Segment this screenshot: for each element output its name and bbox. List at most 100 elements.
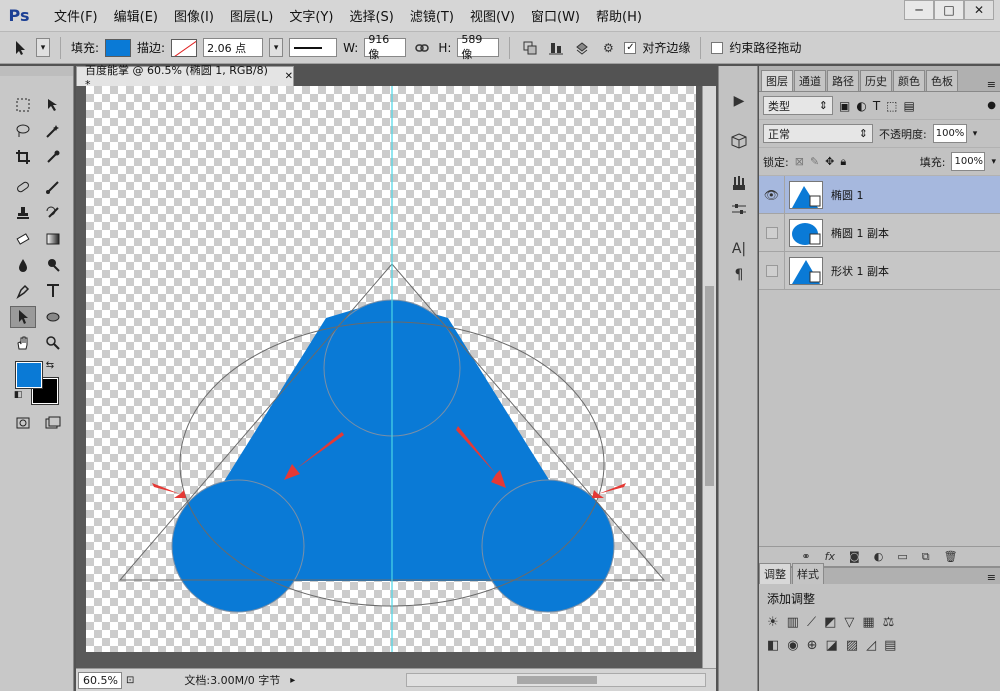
menu-image[interactable]: 图像(I) xyxy=(166,6,222,25)
path-selection-tool-icon[interactable] xyxy=(10,306,36,328)
menu-type[interactable]: 文字(Y) xyxy=(281,6,341,25)
maximize-button[interactable]: □ xyxy=(934,0,964,20)
gradient-tool-icon[interactable] xyxy=(40,228,66,250)
status-menu-arrow-icon[interactable]: ▸ xyxy=(290,675,295,686)
levels-icon[interactable]: ▥ xyxy=(787,615,799,630)
new-layer-icon[interactable]: ⧉ xyxy=(922,550,930,564)
constrain-path-checkbox[interactable] xyxy=(711,41,724,54)
character-panel-icon[interactable]: A| xyxy=(727,238,751,260)
tab-paths[interactable]: 路径 xyxy=(827,70,859,91)
hand-tool-icon[interactable] xyxy=(10,332,36,354)
menu-select[interactable]: 选择(S) xyxy=(341,6,401,25)
history-brush-tool-icon[interactable] xyxy=(40,202,66,224)
delete-layer-icon[interactable]: 🗑︎ xyxy=(944,550,958,563)
path-arrangement-icon[interactable] xyxy=(572,38,592,58)
eyedropper-tool-icon[interactable] xyxy=(40,146,66,168)
menu-edit[interactable]: 编辑(E) xyxy=(106,6,166,25)
pen-tool-icon[interactable] xyxy=(10,280,36,302)
filter-pixel-icon[interactable]: ▣ xyxy=(839,99,850,113)
stroke-width-dropdown[interactable]: ▾ xyxy=(269,38,284,57)
threshold-icon[interactable]: ◿ xyxy=(866,638,876,653)
marquee-tool-icon[interactable] xyxy=(10,94,36,116)
opacity-input[interactable]: 100% xyxy=(932,124,967,143)
visibility-toggle[interactable] xyxy=(759,213,785,252)
screen-mode-icon[interactable] xyxy=(40,412,66,434)
menu-view[interactable]: 视图(V) xyxy=(462,6,523,25)
quick-mask-icon[interactable] xyxy=(10,412,36,434)
zoom-tool-icon[interactable] xyxy=(40,332,66,354)
black-white-icon[interactable]: ◧ xyxy=(767,638,779,653)
menu-layer[interactable]: 图层(L) xyxy=(222,6,281,25)
document-tab[interactable]: 百度能掌 @ 60.5% (椭圆 1, RGB/8) * ✕ xyxy=(76,64,294,91)
lock-transparent-icon[interactable]: ⊠ xyxy=(795,155,804,168)
ellipse-tool-icon[interactable] xyxy=(40,306,66,328)
clone-stamp-tool-icon[interactable] xyxy=(10,202,36,224)
layer-name[interactable]: 椭圆 1 xyxy=(831,187,864,203)
new-group-icon[interactable]: ▭ xyxy=(897,550,907,563)
filter-smart-object-icon[interactable]: ▤ xyxy=(904,99,915,113)
horizontal-scrollbar[interactable] xyxy=(406,673,706,687)
align-edges-checkbox[interactable]: ✓ xyxy=(624,41,637,54)
menu-window[interactable]: 窗口(W) xyxy=(523,6,588,25)
posterize-icon[interactable]: ▨ xyxy=(846,638,858,653)
tab-swatches[interactable]: 色板 xyxy=(926,70,958,91)
height-input[interactable]: 589 像 xyxy=(457,33,500,61)
visibility-eye-icon[interactable]: 👁︎ xyxy=(759,175,785,214)
path-selection-tool-icon[interactable] xyxy=(10,38,30,58)
filter-toggle-icon[interactable]: ● xyxy=(987,100,996,111)
menu-filter[interactable]: 滤镜(T) xyxy=(402,6,462,25)
gradient-map-icon[interactable]: ▤ xyxy=(884,638,896,653)
hue-saturation-icon[interactable]: ▦ xyxy=(862,615,874,630)
brush-tool-icon[interactable] xyxy=(40,176,66,198)
canvas[interactable] xyxy=(86,86,696,652)
link-icon[interactable] xyxy=(412,38,432,58)
move-tool-icon[interactable] xyxy=(40,94,66,116)
play-actions-icon[interactable]: ▶ xyxy=(727,90,751,112)
link-layers-icon[interactable]: ⚭ xyxy=(801,550,810,563)
lock-all-icon[interactable]: 🔒︎ xyxy=(840,155,846,169)
zoom-level-input[interactable]: 60.5% xyxy=(78,671,122,689)
panel-menu-icon[interactable]: ≡ xyxy=(987,78,996,91)
opacity-dropdown-icon[interactable]: ▾ xyxy=(973,129,978,139)
magic-wand-tool-icon[interactable] xyxy=(40,120,66,142)
swap-colors-icon[interactable]: ⇆ xyxy=(42,358,58,372)
toolbar-grip[interactable] xyxy=(0,66,73,76)
adjustments-menu-icon[interactable]: ≡ xyxy=(987,571,996,584)
color-balance-icon[interactable]: ⚖ xyxy=(883,615,895,630)
layer-name[interactable]: 椭圆 1 副本 xyxy=(831,225,889,241)
path-alignment-icon[interactable] xyxy=(546,38,566,58)
stroke-swatch[interactable] xyxy=(171,38,198,57)
dodge-tool-icon[interactable] xyxy=(40,254,66,276)
stroke-type-select[interactable] xyxy=(289,38,338,57)
close-tab-icon[interactable]: ✕ xyxy=(285,71,293,82)
3d-cube-icon[interactable] xyxy=(727,130,751,152)
eraser-tool-icon[interactable] xyxy=(10,228,36,250)
menu-help[interactable]: 帮助(H) xyxy=(588,6,650,25)
invert-icon[interactable]: ◪ xyxy=(826,638,838,653)
brightness-icon[interactable]: ☀ xyxy=(767,615,779,630)
tool-preset-dropdown[interactable]: ▾ xyxy=(36,38,50,57)
exposure-icon[interactable]: ◩ xyxy=(824,615,836,630)
fill-input[interactable]: 100% xyxy=(951,152,986,171)
tab-layers[interactable]: 图层 xyxy=(761,70,793,91)
filter-type-icon[interactable]: T xyxy=(873,99,880,113)
add-mask-icon[interactable]: ◙ xyxy=(849,550,860,563)
channel-mixer-icon[interactable]: ⊕ xyxy=(807,638,818,653)
fill-dropdown-icon[interactable]: ▾ xyxy=(991,157,996,167)
layer-row[interactable]: 椭圆 1 副本 xyxy=(759,213,1000,252)
path-operations-icon[interactable] xyxy=(520,38,540,58)
lock-position-icon[interactable]: ✥ xyxy=(825,155,834,168)
photo-filter-icon[interactable]: ◉ xyxy=(787,638,798,653)
close-button[interactable]: ✕ xyxy=(964,0,994,20)
layer-filter-select[interactable]: 类型 ⇕ xyxy=(763,96,833,115)
lock-image-icon[interactable]: ✎ xyxy=(810,155,819,168)
stroke-width-input[interactable]: 2.06 点 xyxy=(203,38,264,57)
visibility-toggle[interactable] xyxy=(759,251,785,290)
type-tool-icon[interactable] xyxy=(40,280,66,302)
blend-mode-select[interactable]: 正常 ⇕ xyxy=(763,124,873,143)
vertical-scrollbar[interactable] xyxy=(702,86,716,668)
vertical-scroll-thumb[interactable] xyxy=(705,286,714,486)
vibrance-icon[interactable]: ▽ xyxy=(844,615,854,630)
fill-swatch[interactable] xyxy=(105,38,132,57)
tab-adjustments[interactable]: 调整 xyxy=(759,563,791,584)
